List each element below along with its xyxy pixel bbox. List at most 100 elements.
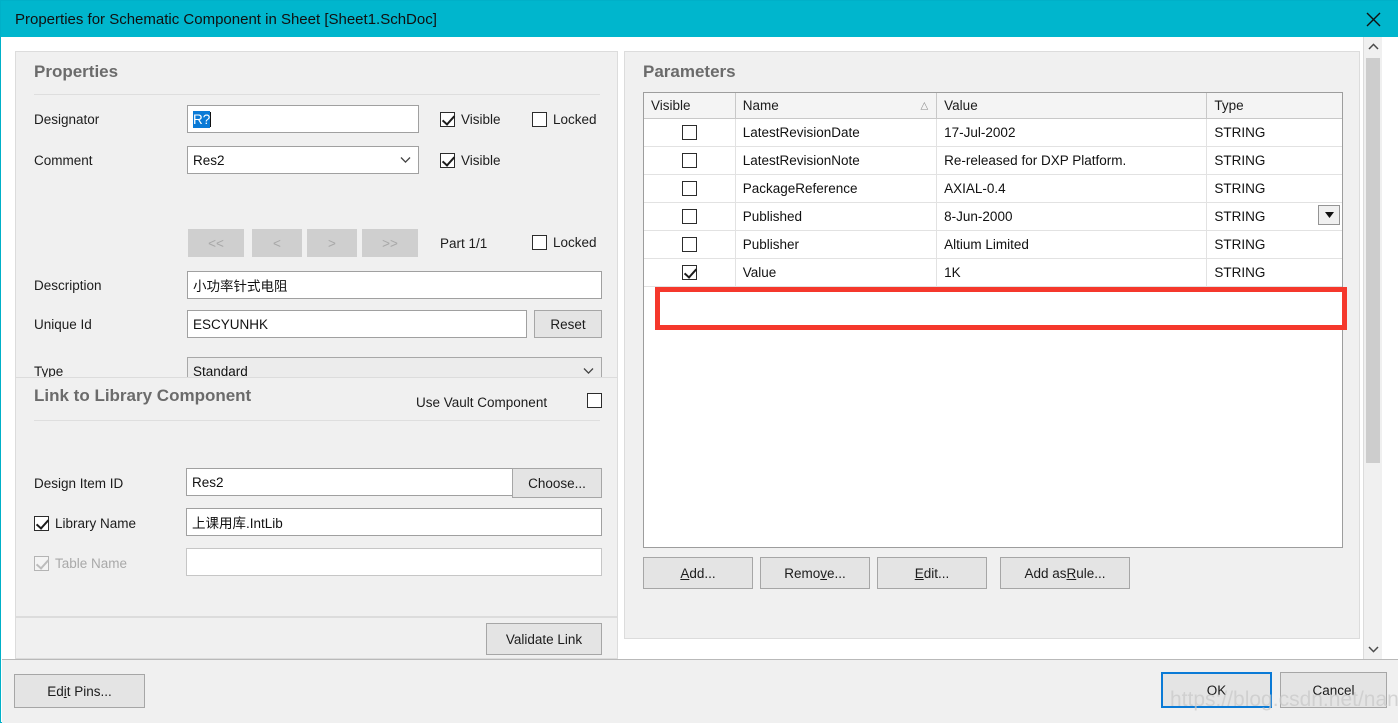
parameters-table: Visible Name △ Value Type LatestRevision…	[643, 92, 1343, 548]
part-locked-checkbox[interactable]: Locked	[532, 235, 597, 250]
sort-ascending-icon: △	[920, 100, 929, 111]
designator-locked-checkbox[interactable]: Locked	[532, 112, 597, 127]
table-row[interactable]: Publisher Altium Limited STRING	[644, 231, 1342, 259]
library-name-label: Library Name	[55, 516, 137, 531]
description-value: 小功率针式电阻	[193, 279, 288, 294]
cancel-button[interactable]: Cancel	[1280, 672, 1387, 708]
title-bar: Properties for Schematic Component in Sh…	[1, 1, 1398, 37]
checkbox-box	[532, 112, 547, 127]
comment-label: Comment	[34, 153, 93, 168]
column-header-visible[interactable]: Visible	[644, 93, 736, 118]
reset-button[interactable]: Reset	[534, 310, 602, 338]
table-row[interactable]: LatestRevisionDate 17-Jul-2002 STRING	[644, 119, 1342, 147]
chevron-up-icon	[1367, 43, 1379, 50]
row-visible-cell[interactable]	[644, 203, 736, 230]
cancel-label: Cancel	[1312, 682, 1355, 698]
part-first-button[interactable]: <<	[188, 229, 244, 257]
row-name-cell[interactable]: Publisher	[736, 231, 938, 258]
chevron-down-icon	[400, 157, 411, 164]
row-visible-checkbox[interactable]	[681, 181, 697, 196]
parameter-remove-button[interactable]: Remo v e...	[760, 557, 870, 589]
part-next-button[interactable]: >	[307, 229, 357, 257]
close-icon	[1366, 12, 1380, 26]
row-visible-cell[interactable]	[644, 259, 736, 286]
main-vertical-scrollbar[interactable]	[1363, 37, 1382, 659]
library-name-checkbox[interactable]: Library Name	[34, 516, 136, 531]
properties-dialog: Properties for Schematic Component in Sh…	[0, 0, 1398, 723]
chevron-down-icon	[583, 368, 594, 375]
row-type-cell[interactable]: STRING	[1207, 231, 1342, 258]
row-visible-checkbox[interactable]	[681, 153, 697, 168]
column-header-type[interactable]: Type	[1207, 93, 1342, 118]
properties-group: Properties Designator R? Visible Locked …	[15, 51, 618, 385]
checkbox-box	[440, 112, 455, 127]
designator-visible-checkbox[interactable]: Visible	[440, 112, 501, 127]
table-row[interactable]: Published 8-Jun-2000 STRING	[644, 203, 1342, 231]
row-visible-checkbox[interactable]	[681, 125, 697, 140]
scroll-up-button[interactable]	[1364, 37, 1382, 56]
row-name-cell[interactable]: PackageReference	[736, 175, 938, 202]
checkbox-box	[34, 516, 49, 531]
row-visible-checkbox[interactable]	[681, 237, 697, 252]
link-library-footer-panel: Validate Link	[15, 617, 618, 659]
chevron-down-icon	[1367, 646, 1379, 653]
properties-divider	[34, 94, 600, 95]
design-item-id-input[interactable]: Res2	[186, 468, 518, 496]
dialog-footer: Edit Pins... OK Cancel https://blog.csdn…	[2, 659, 1398, 723]
library-name-input[interactable]: 上课用库.IntLib	[186, 508, 602, 536]
use-vault-checkbox[interactable]	[587, 393, 602, 408]
row-value-cell[interactable]: Altium Limited	[937, 231, 1208, 258]
row-name-cell[interactable]: LatestRevisionNote	[736, 147, 938, 174]
ok-button[interactable]: OK	[1161, 672, 1272, 708]
row-value-cell[interactable]: 1K	[937, 259, 1208, 286]
comment-visible-checkbox[interactable]: Visible	[440, 153, 501, 168]
table-row[interactable]: PackageReference AXIAL-0.4 STRING	[644, 175, 1342, 203]
scroll-down-button[interactable]	[1364, 640, 1382, 659]
row-type-cell[interactable]: STRING	[1207, 203, 1342, 230]
close-button[interactable]	[1347, 1, 1398, 37]
choose-button[interactable]: Choose...	[512, 468, 602, 498]
row-type-cell[interactable]: STRING	[1207, 259, 1342, 286]
table-row[interactable]: LatestRevisionNote Re-released for DXP Pl…	[644, 147, 1342, 175]
row-name-cell[interactable]: LatestRevisionDate	[736, 119, 938, 146]
table-row[interactable]: Value 1K STRING	[644, 259, 1342, 287]
checkbox-box	[532, 235, 547, 250]
row-visible-cell[interactable]	[644, 147, 736, 174]
row-type-cell[interactable]: STRING	[1207, 175, 1342, 202]
unique-id-input[interactable]: ESCYUNHK	[187, 310, 527, 338]
description-label: Description	[34, 278, 102, 293]
designator-locked-label: Locked	[553, 112, 597, 127]
description-input[interactable]: 小功率针式电阻	[187, 271, 602, 299]
row-visible-cell[interactable]	[644, 175, 736, 202]
part-last-button[interactable]: >>	[362, 229, 418, 257]
parameter-edit-button[interactable]: Edit...	[877, 557, 987, 589]
row-type-cell[interactable]: STRING	[1207, 119, 1342, 146]
row-visible-checkbox[interactable]	[681, 209, 697, 224]
window-title: Properties for Schematic Component in Sh…	[15, 10, 437, 28]
part-prev-button[interactable]: <	[252, 229, 302, 257]
row-visible-cell[interactable]	[644, 119, 736, 146]
edit-pins-button[interactable]: Edit Pins...	[14, 674, 145, 708]
comment-combobox[interactable]: Res2	[187, 146, 419, 174]
link-library-group: Link to Library Component Use Vault Comp…	[15, 377, 618, 655]
row-value-cell[interactable]: 17-Jul-2002	[937, 119, 1208, 146]
cell-dropdown-button[interactable]	[1318, 205, 1340, 225]
row-value-cell[interactable]: AXIAL-0.4	[937, 175, 1208, 202]
validate-link-button[interactable]: Validate Link	[486, 623, 602, 655]
row-name-cell[interactable]: Published	[736, 203, 938, 230]
table-name-input[interactable]	[186, 548, 602, 576]
row-value-cell[interactable]: 8-Jun-2000	[937, 203, 1208, 230]
parameter-add-as-rule-button[interactable]: Add as Rule...	[1000, 557, 1130, 589]
column-header-value[interactable]: Value	[937, 93, 1208, 118]
row-value-cell[interactable]: Re-released for DXP Platform.	[937, 147, 1208, 174]
parameter-add-button[interactable]: Add...	[643, 557, 753, 589]
row-visible-checkbox[interactable]	[681, 265, 697, 280]
row-name-cell[interactable]: Value	[736, 259, 938, 286]
scrollbar-thumb[interactable]	[1366, 58, 1380, 463]
part-indicator-label: Part 1/1	[440, 236, 488, 251]
link-library-title: Link to Library Component	[34, 386, 252, 405]
row-visible-cell[interactable]	[644, 231, 736, 258]
row-type-cell[interactable]: STRING	[1207, 147, 1342, 174]
designator-input[interactable]: R?	[187, 105, 419, 133]
column-header-name[interactable]: Name △	[736, 93, 938, 118]
